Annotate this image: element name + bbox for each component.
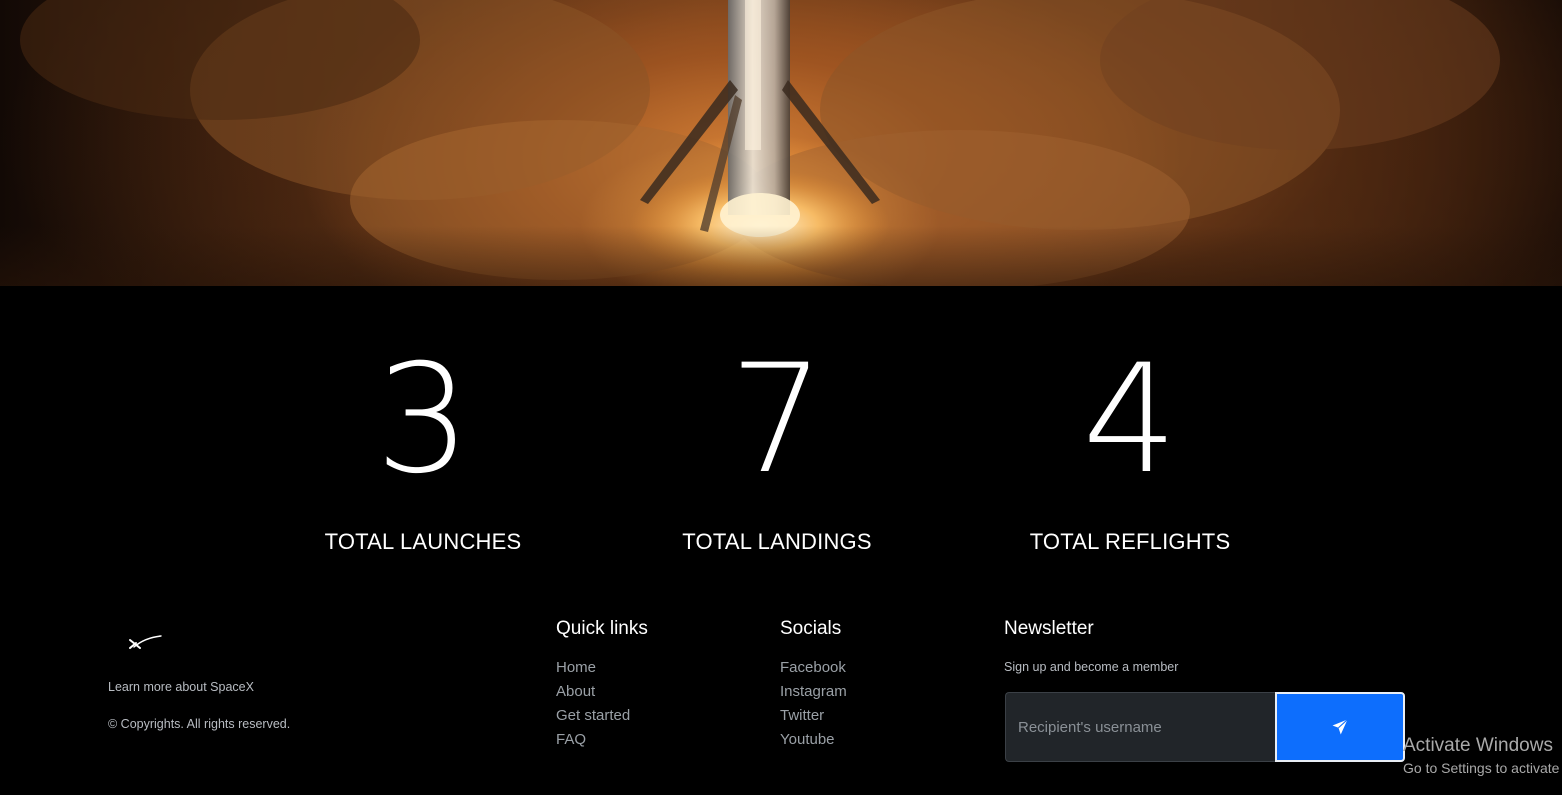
stat-label: TOTAL REFLIGHTS xyxy=(1029,529,1231,554)
newsletter-subtitle: Sign up and become a member xyxy=(1004,660,1179,674)
quick-link-get-started[interactable]: Get started xyxy=(556,706,630,726)
quick-link-home[interactable]: Home xyxy=(556,658,596,678)
stat-label: TOTAL LANDINGS xyxy=(682,529,872,554)
social-link-instagram[interactable]: Instagram xyxy=(780,682,847,702)
hero-rocket-landing-image xyxy=(0,0,1562,286)
socials-title: Socials xyxy=(780,618,842,639)
stat-number: 4 xyxy=(1082,333,1178,507)
newsletter-title: Newsletter xyxy=(1004,618,1094,639)
quick-link-faq[interactable]: FAQ xyxy=(556,730,586,750)
newsletter-username-input[interactable] xyxy=(1005,692,1276,762)
rocket-illustration xyxy=(20,0,1500,286)
social-link-facebook[interactable]: Facebook xyxy=(780,658,846,678)
os-activation-watermark-title: Activate Windows xyxy=(1403,735,1553,756)
footer-copyright: © Copyrights. All rights reserved. xyxy=(108,717,291,731)
spacex-logo-icon[interactable] xyxy=(128,634,164,654)
stat-label: TOTAL LAUNCHES xyxy=(324,529,522,554)
stat-number: 7 xyxy=(729,333,825,507)
os-activation-watermark-subtitle: Go to Settings to activate Windows. xyxy=(1403,760,1562,776)
send-icon xyxy=(1332,719,1348,735)
quick-links-title: Quick links xyxy=(556,618,648,639)
stat-number: 3 xyxy=(375,333,471,507)
social-link-twitter[interactable]: Twitter xyxy=(780,706,824,726)
newsletter-submit-button[interactable] xyxy=(1275,692,1405,762)
social-link-youtube[interactable]: Youtube xyxy=(780,730,835,750)
footer-tagline: Learn more about SpaceX xyxy=(108,680,254,694)
quick-link-about[interactable]: About xyxy=(556,682,595,702)
